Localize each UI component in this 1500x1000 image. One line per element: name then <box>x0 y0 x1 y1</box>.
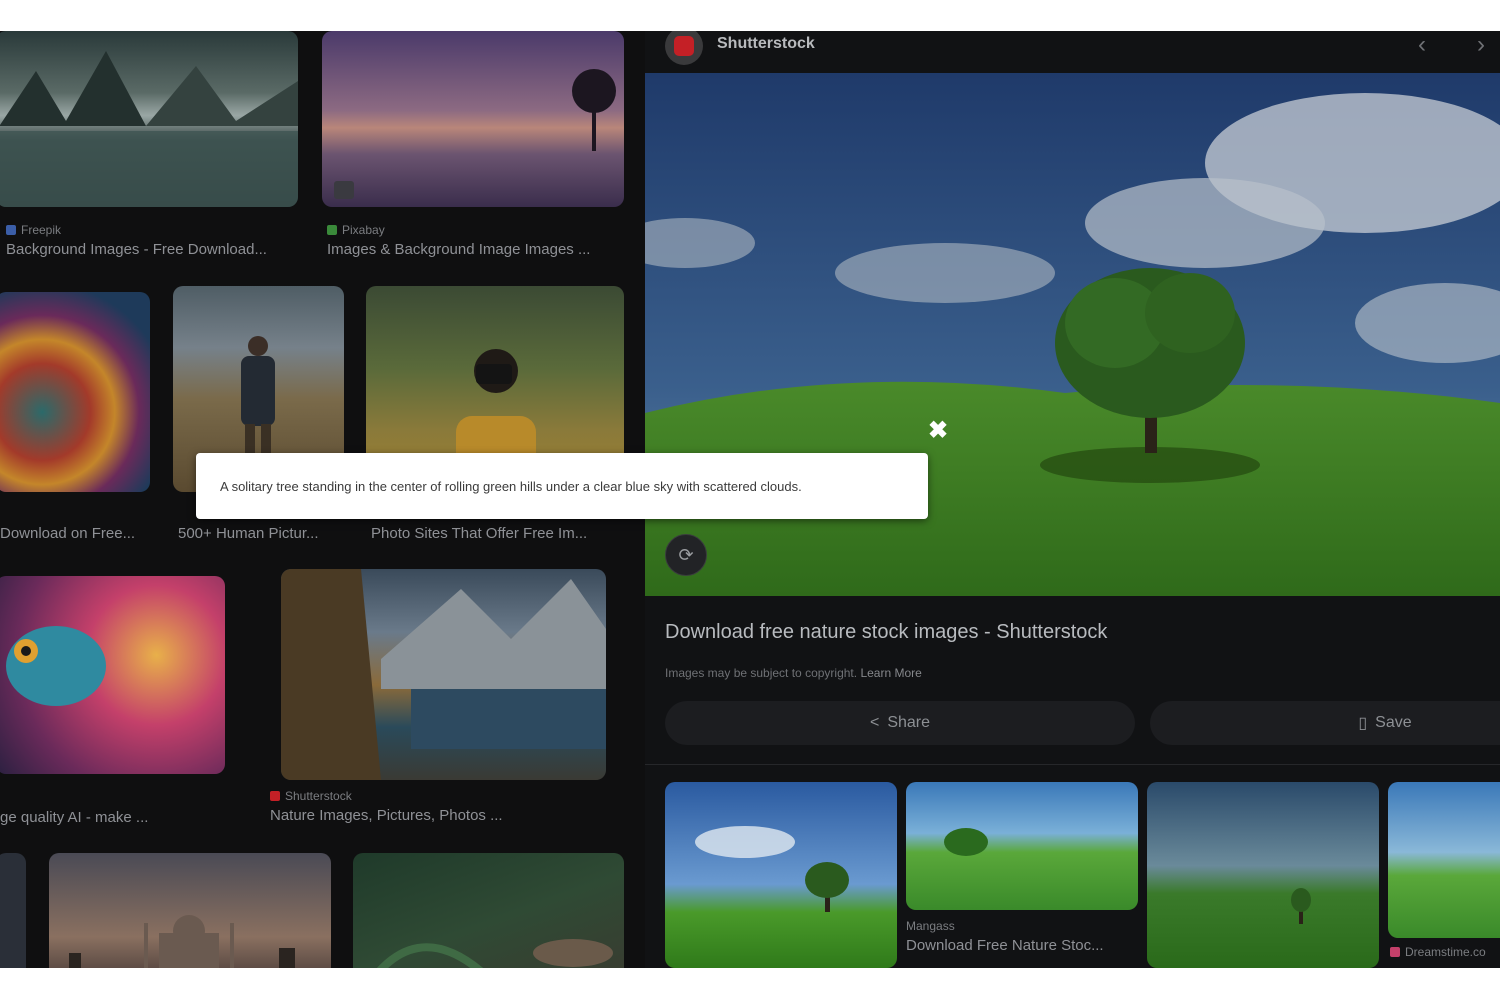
result-meta-6[interactable]: ge quality AI - make ... <box>0 809 240 826</box>
related-field-illustration <box>944 828 988 856</box>
copyright-notice: Images may be subject to copyright. Lear… <box>665 666 922 680</box>
taj-mahal-illustration <box>69 915 295 968</box>
result-title: Download on Free... <box>0 525 136 542</box>
result-image-chameleon[interactable] <box>0 576 225 774</box>
image-search-page: Freepik Background Images - Free Downloa… <box>0 31 1500 968</box>
copyright-text: Images may be subject to copyright. <box>665 666 858 680</box>
result-image-dark-strip[interactable] <box>0 853 26 968</box>
related-meta-4[interactable]: Dreamstime.co <box>1390 945 1500 959</box>
related-title: Download Free Nature Stoc... <box>906 937 1104 954</box>
result-title: Background Images - Free Download... <box>6 241 267 258</box>
result-title: Photo Sites That Offer Free Im... <box>371 525 588 542</box>
related-meta-2[interactable]: Mangass Download Free Nature Stoc... <box>906 919 1138 954</box>
result-image-lake[interactable] <box>0 31 298 207</box>
result-meta-3[interactable]: Download on Free... <box>0 525 165 542</box>
result-image-fern[interactable] <box>353 853 624 968</box>
previous-arrow-icon[interactable]: ‹ <box>1418 31 1426 59</box>
preview-title[interactable]: Download free nature stock images - Shut… <box>665 621 1107 644</box>
related-image-4[interactable] <box>1388 782 1500 938</box>
share-button[interactable]: < Share <box>665 701 1135 745</box>
learn-more-link[interactable]: Learn More <box>860 666 921 680</box>
mountain-lake-illustration <box>281 569 606 780</box>
save-label: Save <box>1375 714 1412 731</box>
result-meta-4[interactable]: 500+ Human Pictur... <box>178 525 353 542</box>
lake-illustration <box>0 51 298 207</box>
logo-mark <box>674 36 694 56</box>
result-image-taj-mahal[interactable] <box>49 853 331 968</box>
result-meta-1[interactable]: Freepik Background Images - Free Downloa… <box>6 223 306 258</box>
panel-divider <box>645 764 1500 765</box>
lens-search-icon[interactable]: ⟳ <box>665 534 707 576</box>
result-meta-2[interactable]: Pixabay Images & Background Image Images… <box>327 223 627 258</box>
dreamstime-favicon <box>1390 947 1400 957</box>
related-tree-illustration <box>695 826 849 912</box>
chameleon-illustration <box>6 626 106 706</box>
related-hill-illustration <box>1291 888 1311 924</box>
pixabay-favicon <box>327 225 337 235</box>
fern-illustration <box>376 939 613 968</box>
next-arrow-icon[interactable]: › <box>1477 31 1485 59</box>
panel-header: Shutterstock ‹ › <box>645 31 1500 73</box>
save-button[interactable]: ▯ Save <box>1150 701 1500 745</box>
result-source: Shutterstock <box>270 789 610 803</box>
share-icon: < <box>869 714 880 731</box>
result-source: Pixabay <box>327 223 627 237</box>
result-title: Nature Images, Pictures, Photos ... <box>270 807 503 824</box>
result-meta-5[interactable]: Photo Sites That Offer Free Im... <box>371 525 626 542</box>
result-title: Images & Background Image Images ... <box>327 241 591 258</box>
sunset-illustration <box>334 69 616 199</box>
shutterstock-logo-icon[interactable] <box>665 31 703 65</box>
site-name[interactable]: Shutterstock <box>717 35 815 53</box>
related-source: Dreamstime.co <box>1390 945 1500 959</box>
freepik-favicon <box>6 225 16 235</box>
image-description-tooltip: A solitary tree standing in the center o… <box>196 453 928 519</box>
share-label: Share <box>887 714 931 731</box>
related-image-2[interactable] <box>906 782 1138 910</box>
result-image-sunset[interactable] <box>322 31 624 207</box>
result-image-swirl[interactable] <box>0 292 150 492</box>
shutterstock-favicon <box>270 791 280 801</box>
result-source: Freepik <box>6 223 306 237</box>
result-title: ge quality AI - make ... <box>0 809 149 826</box>
result-meta-7[interactable]: Shutterstock Nature Images, Pictures, Ph… <box>270 789 610 824</box>
related-source: Mangass <box>906 919 955 933</box>
related-image-3[interactable] <box>1147 782 1379 968</box>
result-title: 500+ Human Pictur... <box>178 525 319 542</box>
save-icon: ▯ <box>1358 715 1368 732</box>
result-image-mountain-lake[interactable] <box>281 569 606 780</box>
related-image-1[interactable] <box>665 782 897 968</box>
close-icon[interactable]: ✖ <box>928 416 948 445</box>
tooltip-text: A solitary tree standing in the center o… <box>220 478 802 494</box>
